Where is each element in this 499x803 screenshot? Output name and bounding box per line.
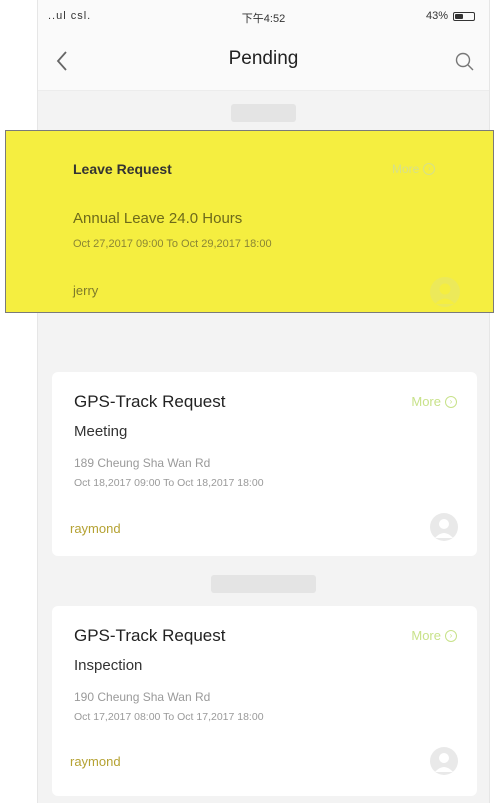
request-user: raymond <box>70 521 121 536</box>
request-card[interactable]: GPS-Track Request More › Meeting 189 Che… <box>52 372 477 556</box>
clock: 下午4:52 <box>241 13 286 25</box>
request-card[interactable]: GPS-Track Request More › Inspection 190 … <box>52 606 477 796</box>
request-address: 190 Cheung Sha Wan Rd <box>74 690 211 704</box>
date-separator <box>231 104 296 122</box>
chevron-right-circle-icon: › <box>423 163 436 175</box>
request-type: GPS-Track Request <box>74 392 226 411</box>
battery-icon <box>453 11 475 21</box>
request-type: GPS-Track Request <box>74 626 226 645</box>
more-link[interactable]: More › <box>411 394 457 409</box>
more-link[interactable]: More › <box>392 162 436 176</box>
avatar-icon <box>430 747 458 775</box>
chevron-right-circle-icon: › <box>445 629 457 642</box>
phone-screen: ..ul csl. 下午4:52 43% Pending GPS-Track R… <box>37 0 490 803</box>
nav-bar: Pending <box>38 34 489 91</box>
request-purpose: Meeting <box>74 423 128 440</box>
more-label: More <box>392 162 420 176</box>
page-title: Pending <box>228 48 299 69</box>
request-time-range: Oct 18,2017 09:00 To Oct 18,2017 18:00 <box>74 477 264 489</box>
battery-percent: 43% <box>425 10 448 22</box>
more-link[interactable]: More › <box>411 628 457 643</box>
search-icon[interactable] <box>453 50 477 74</box>
request-time-range: Oct 27,2017 09:00 To Oct 29,2017 18:00 <box>73 238 272 250</box>
battery-area: 43% <box>426 10 475 22</box>
request-time-range: Oct 17,2017 08:00 To Oct 17,2017 18:00 <box>74 711 264 723</box>
request-type: Leave Request <box>73 161 172 177</box>
leave-detail: Annual Leave 24.0 Hours <box>73 210 243 227</box>
status-bar: ..ul csl. 下午4:52 43% <box>38 0 489 34</box>
request-address: 189 Cheung Sha Wan Rd <box>74 456 211 470</box>
more-label: More <box>411 394 441 409</box>
avatar-icon <box>430 277 460 307</box>
battery-level <box>455 13 463 19</box>
request-user: raymond <box>70 754 121 769</box>
avatar-icon <box>430 513 458 541</box>
chevron-right-circle-icon: › <box>445 395 457 408</box>
more-label: More <box>411 628 441 643</box>
date-separator <box>211 575 316 593</box>
request-user: jerry <box>73 283 99 298</box>
request-purpose: Inspection <box>74 657 143 674</box>
highlighted-request-card[interactable]: Leave Request More › Annual Leave 24.0 H… <box>5 130 494 313</box>
